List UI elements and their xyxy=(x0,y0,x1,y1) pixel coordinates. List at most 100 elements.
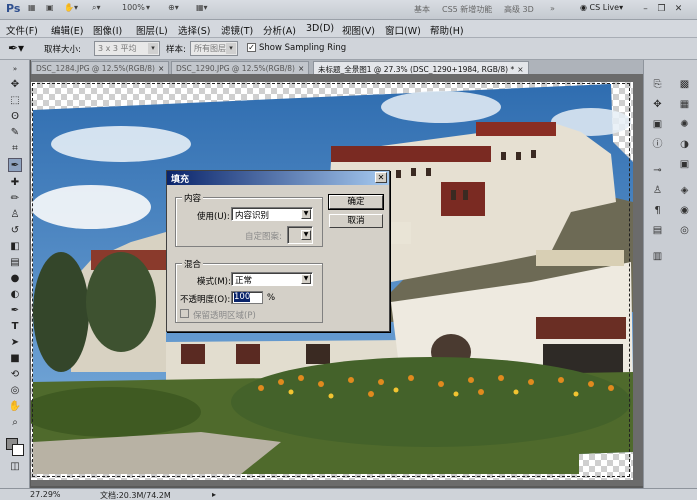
close-icon[interactable]: × xyxy=(298,64,304,73)
3d-rotate-tool-icon[interactable]: ⟲ xyxy=(8,368,22,382)
hand-tool-icon[interactable]: ✋ xyxy=(8,400,22,414)
lasso-tool-icon[interactable]: ʘ xyxy=(8,110,22,124)
restore-icon[interactable]: ❐ xyxy=(656,4,667,15)
eyedropper-tool-icon[interactable]: ✒ xyxy=(8,158,22,172)
clone-stamp-tool-icon[interactable]: ♙ xyxy=(8,208,22,222)
zoom-level[interactable]: 100% xyxy=(122,3,145,17)
menu-layer[interactable]: 图层(L) xyxy=(136,23,168,37)
custom-pattern-picker[interactable]: ▼ xyxy=(287,226,313,244)
minimize-icon[interactable]: – xyxy=(640,4,651,15)
info-panel-icon[interactable]: ✥ xyxy=(651,98,664,111)
history-brush-tool-icon[interactable]: ↺ xyxy=(8,224,22,238)
masks-icon[interactable]: ◑ xyxy=(678,138,691,151)
close-icon[interactable]: × xyxy=(517,65,523,74)
healing-brush-tool-icon[interactable]: ✚ xyxy=(8,176,22,190)
layers-icon[interactable]: ◈ xyxy=(678,184,691,197)
rotate-view-icon[interactable]: ⊕▾ xyxy=(168,3,179,17)
blur-tool-icon[interactable]: ● xyxy=(8,272,22,286)
use-select[interactable]: 内容识别 ▼ xyxy=(231,207,313,221)
workspace-essentials[interactable]: 基本 xyxy=(414,4,430,15)
hand-zoom-icon[interactable]: ✋▾ xyxy=(64,3,78,17)
zoom-dropdown-icon[interactable]: ▾ xyxy=(146,3,150,17)
paths-icon[interactable]: ◎ xyxy=(678,224,691,237)
channels-icon[interactable]: ◉ xyxy=(678,204,691,217)
zoom-tool-icon[interactable]: ⌕ xyxy=(8,416,22,430)
use-value: 内容识别 xyxy=(235,211,270,221)
menu-select[interactable]: 选择(S) xyxy=(178,23,210,37)
clone-source-icon[interactable]: ♙ xyxy=(651,184,664,197)
close-icon[interactable]: × xyxy=(158,64,164,73)
tab-dsc-1284[interactable]: DSC_1284.JPG @ 12.5%(RGB/8) × xyxy=(31,61,170,74)
sample-select[interactable]: 所有图层 ▾ xyxy=(190,41,238,56)
dodge-tool-icon[interactable]: ◐ xyxy=(8,288,22,302)
opacity-input[interactable]: 100 xyxy=(231,291,263,304)
brush-presets-icon[interactable]: ⊸ xyxy=(651,164,664,177)
paragraph-icon[interactable]: ¶ xyxy=(651,204,664,217)
minibridge-icon[interactable]: ▣ xyxy=(46,3,54,17)
tab-panorama[interactable]: 未标题_全景图1 @ 27.3% (DSC_1290+1984, RGB/8) … xyxy=(313,61,529,74)
swatches-icon[interactable]: ▦ xyxy=(678,98,691,111)
eyedropper-preset-icon[interactable]: ✒▾ xyxy=(8,41,24,55)
shape-tool-icon[interactable]: ■ xyxy=(8,352,22,366)
styles-icon[interactable]: ▣ xyxy=(678,158,691,171)
chevron-down-icon: ▼ xyxy=(301,230,311,240)
tab-dsc-1290[interactable]: DSC_1290.JPG @ 12.5%(RGB/8) × xyxy=(171,61,310,74)
sample-size-select[interactable]: 3 x 3 平均 ▾ xyxy=(94,41,160,56)
menu-image[interactable]: 图像(I) xyxy=(93,23,122,37)
notes-icon[interactable]: ▤ xyxy=(651,224,664,237)
preserve-transparency-checkbox[interactable] xyxy=(180,309,189,318)
menu-help[interactable]: 帮助(H) xyxy=(430,23,464,37)
bridge-icon[interactable]: ▦ xyxy=(28,3,36,17)
gradient-tool-icon[interactable]: ▤ xyxy=(8,256,22,270)
quick-mask-icon[interactable]: ◫ xyxy=(8,460,22,474)
chevron-down-icon: ▼ xyxy=(301,209,311,219)
background-color-swatch[interactable] xyxy=(12,444,24,456)
3d-orbit-tool-icon[interactable]: ◎ xyxy=(8,384,22,398)
history-panel-icon[interactable]: ⎘ xyxy=(651,78,664,91)
mini-bridge-icon[interactable]: ▥ xyxy=(651,250,664,263)
zoom-tool-icon[interactable]: ⌕▾ xyxy=(92,3,101,17)
cs-live-button[interactable]: ◉ CS Live▾ xyxy=(580,3,623,12)
type-tool-icon[interactable]: T xyxy=(8,320,22,334)
pen-tool-icon[interactable]: ✒ xyxy=(8,304,22,318)
menu-view[interactable]: 视图(V) xyxy=(342,23,375,37)
menu-analysis[interactable]: 分析(A) xyxy=(263,23,296,37)
zoom-readout[interactable]: 27.29% xyxy=(30,490,61,499)
dialog-close-button[interactable]: ✕ xyxy=(375,172,387,183)
tab-label: DSC_1290.JPG @ 12.5%(RGB/8) xyxy=(176,64,295,73)
dialog-title-bar[interactable]: 填充 xyxy=(167,171,389,185)
workspace-cs5-new[interactable]: CS5 新增功能 xyxy=(442,4,492,15)
workspace-more-icon[interactable]: » xyxy=(550,4,555,13)
status-menu-icon[interactable]: ▸ xyxy=(212,490,216,499)
quick-select-tool-icon[interactable]: ✎ xyxy=(8,126,22,140)
info-icon[interactable]: ⓘ xyxy=(651,138,664,151)
tab-label: 未标题_全景图1 @ 27.3% (DSC_1290+1984, RGB/8) … xyxy=(318,65,515,74)
marquee-tool-icon[interactable]: ⬚ xyxy=(8,94,22,108)
path-selection-tool-icon[interactable]: ➤ xyxy=(8,336,22,350)
panel-collapse-icon[interactable]: » xyxy=(8,62,22,76)
menu-3d[interactable]: 3D(D) xyxy=(306,23,334,34)
close-window-icon[interactable]: ✕ xyxy=(673,4,684,15)
fill-dialog: 填充 ✕ 内容 使用(U): 内容识别 ▼ 自定图案: ▼ 混合 模式(M): … xyxy=(166,170,390,332)
panel-column-left: ⎘ ✥ ▣ ⓘ ⊸ ♙ ¶ ▤ ▥ xyxy=(644,60,671,488)
brush-tool-icon[interactable]: ✏ xyxy=(8,192,22,206)
arrange-documents-icon[interactable]: ▦▾ xyxy=(196,3,208,17)
menu-edit[interactable]: 编辑(E) xyxy=(51,23,83,37)
image-panel-icon[interactable]: ▣ xyxy=(651,118,664,131)
crop-tool-icon[interactable]: ⌗ xyxy=(8,142,22,156)
menu-bar: 文件(F) 编辑(E) 图像(I) 图层(L) 选择(S) 滤镜(T) 分析(A… xyxy=(0,20,697,38)
move-tool-icon[interactable]: ✥ xyxy=(8,78,22,92)
eraser-tool-icon[interactable]: ◧ xyxy=(8,240,22,254)
menu-window[interactable]: 窗口(W) xyxy=(385,23,421,37)
workspace-advanced-3d[interactable]: 高级 3D xyxy=(504,4,534,15)
menu-file[interactable]: 文件(F) xyxy=(6,23,38,37)
menu-filter[interactable]: 滤镜(T) xyxy=(221,23,253,37)
mode-select[interactable]: 正常 ▼ xyxy=(231,272,313,286)
color-panel-icon[interactable]: ▩ xyxy=(678,78,691,91)
adjustments-icon[interactable]: ✺ xyxy=(678,118,691,131)
ok-button[interactable]: 确定 xyxy=(328,194,384,210)
application-bar: Ps ▦ ▣ ✋▾ ⌕▾ 100% ▾ ⊕▾ ▦▾ 基本 CS5 新增功能 高级… xyxy=(0,0,697,20)
show-sampling-ring-checkbox[interactable]: ✓ xyxy=(247,43,256,52)
chevron-down-icon: ▾ xyxy=(226,43,236,54)
cancel-button[interactable]: 取消 xyxy=(329,214,383,228)
